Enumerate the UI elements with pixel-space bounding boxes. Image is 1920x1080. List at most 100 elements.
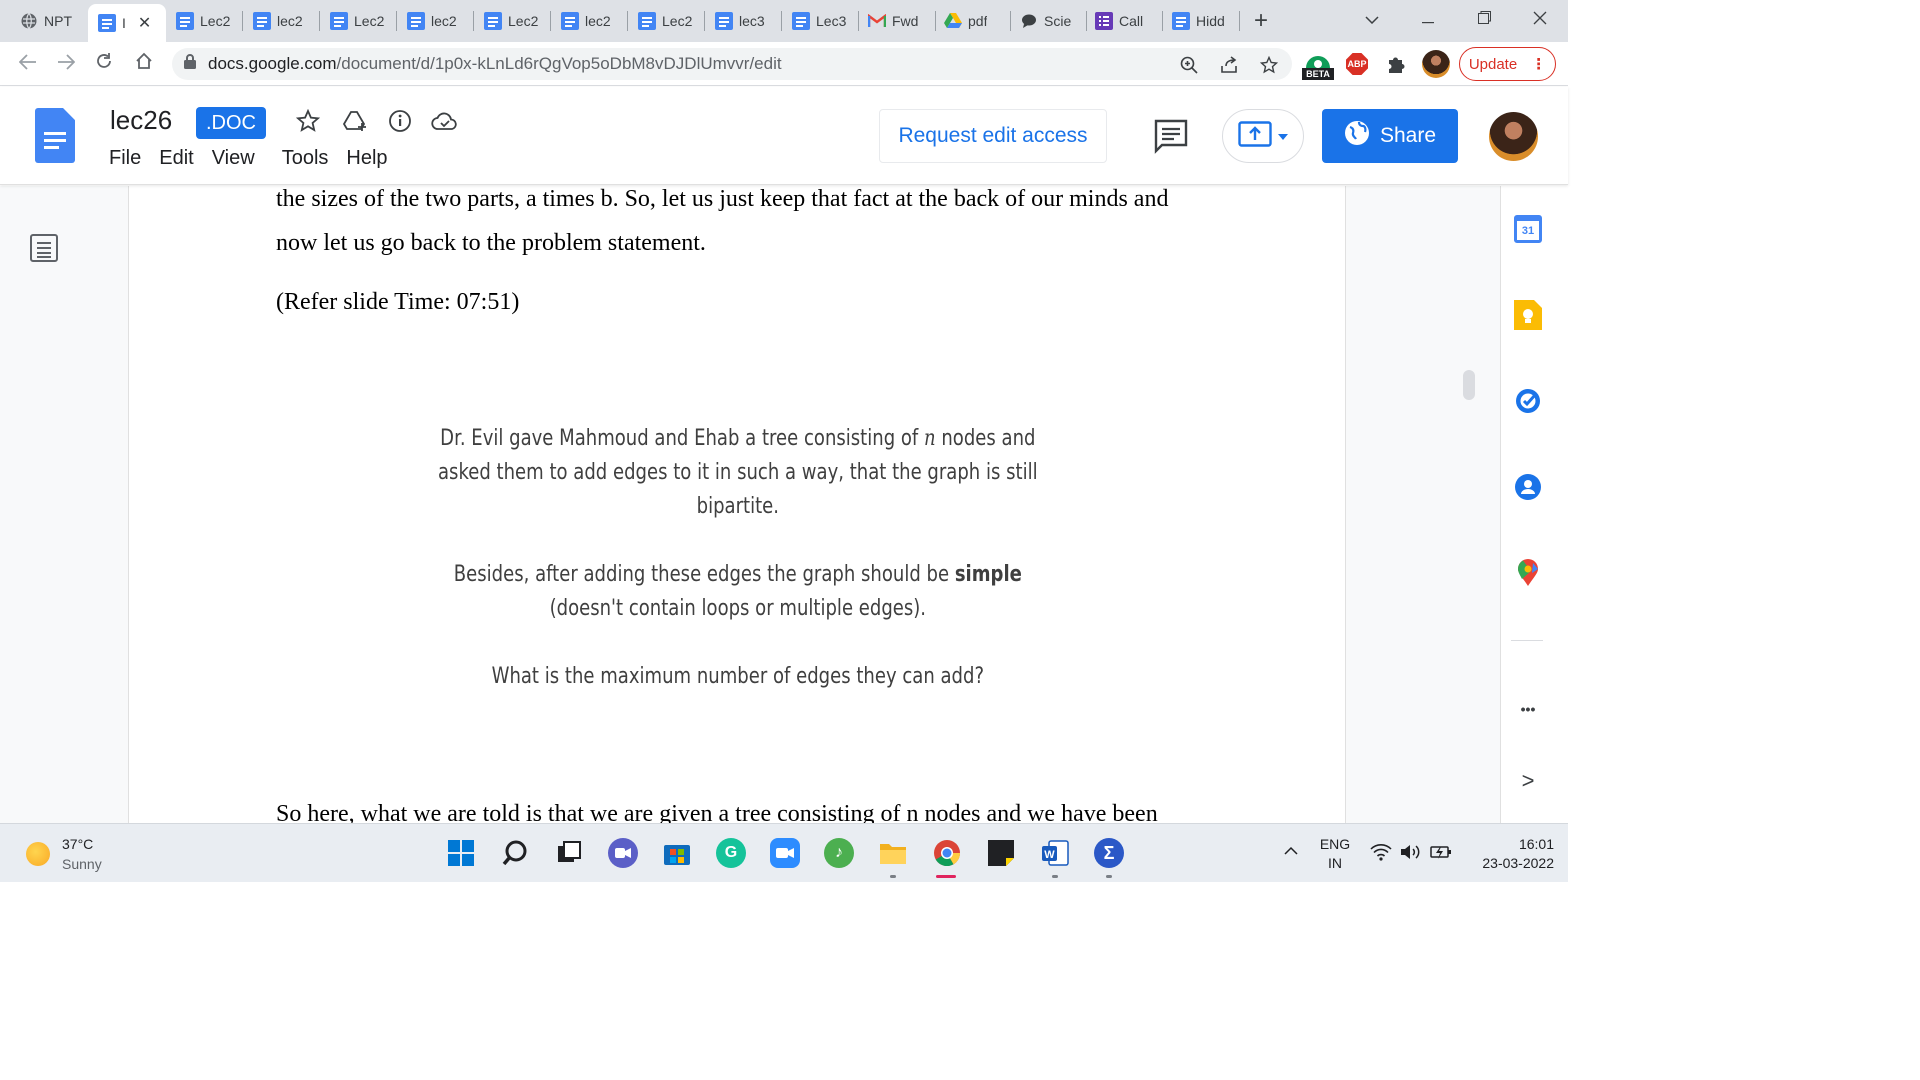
tab-drive-pdf[interactable]: pdf	[944, 6, 1006, 36]
tab-lec2[interactable]: Lec2	[176, 6, 236, 36]
body-paragraph-line: the sizes of the two parts, a times b. S…	[276, 186, 1169, 212]
arrow-left-icon	[18, 53, 37, 76]
weather-temperature[interactable]: 37°C	[62, 836, 93, 852]
zoom-meetings-icon[interactable]	[770, 838, 800, 868]
tab-search-button[interactable]	[1352, 6, 1392, 34]
minimize-button[interactable]	[1408, 6, 1448, 34]
weather-sun-icon[interactable]	[26, 842, 50, 866]
tab-lec2[interactable]: lec2	[253, 6, 313, 36]
tab-lec2[interactable]: Lec2	[484, 6, 544, 36]
menu-edit[interactable]: Edit	[150, 147, 202, 170]
slide-reference: (Refer slide Time: 07:51)	[276, 289, 520, 315]
tab-scie[interactable]: Scie	[1020, 6, 1082, 36]
battery-charging-icon[interactable]	[1430, 843, 1452, 866]
clock-time[interactable]: 16:01	[1468, 836, 1554, 852]
menu-view[interactable]: View	[203, 147, 264, 170]
weather-description[interactable]: Sunny	[62, 856, 102, 872]
address-bar[interactable]: docs.google.com/document/d/1p0x-kLnLd6rQ…	[172, 48, 1292, 80]
add-shortcut-drive-icon[interactable]	[341, 107, 369, 135]
windows-start-icon[interactable]	[446, 838, 476, 868]
reload-button[interactable]	[90, 50, 118, 78]
tab-separator	[704, 11, 705, 31]
document-page[interactable]: the sizes of the two parts, a times b. S…	[128, 186, 1346, 823]
file-explorer-icon[interactable]	[878, 838, 908, 868]
tab-hidd[interactable]: Hidd	[1172, 6, 1234, 36]
task-view-icon[interactable]	[554, 838, 584, 868]
tab-lec3[interactable]: Lec3	[792, 6, 852, 36]
home-button[interactable]	[130, 50, 158, 78]
active-app-indicator	[936, 875, 956, 878]
tab-lec2[interactable]: Lec2	[638, 6, 698, 36]
star-icon[interactable]	[294, 107, 322, 135]
volume-icon[interactable]	[1400, 843, 1422, 866]
extensions-puzzle-icon[interactable]	[1386, 54, 1406, 79]
close-tab-icon[interactable]: ✕	[138, 13, 151, 33]
beta-extension-icon[interactable]: BETA	[1302, 50, 1334, 80]
share-page-icon[interactable]	[1218, 54, 1240, 76]
tab-lec2[interactable]: lec2	[407, 6, 467, 36]
google-docs-icon	[330, 12, 348, 30]
wifi-icon[interactable]	[1370, 843, 1392, 866]
grammarly-icon[interactable]: G	[716, 838, 746, 868]
vertical-scrollbar-thumb[interactable]	[1463, 370, 1475, 400]
google-keep-icon[interactable]	[1513, 300, 1543, 330]
google-tasks-icon[interactable]	[1513, 386, 1543, 416]
back-button[interactable]	[14, 50, 42, 78]
slide-line: (doesn't contain loops or multiple edges…	[549, 596, 927, 621]
more-apps-icon[interactable]: •••	[1513, 694, 1543, 724]
close-window-button[interactable]	[1520, 6, 1560, 34]
google-docs-logo-icon[interactable]	[35, 108, 75, 163]
tab-active-doc[interactable]: I ✕	[88, 4, 166, 42]
slide-text-span: nodes and	[935, 426, 1036, 451]
menu-tools[interactable]: Tools	[264, 147, 338, 170]
tray-overflow-chevron-icon[interactable]	[1284, 842, 1298, 858]
tab-forms-call[interactable]: Call	[1095, 6, 1157, 36]
restore-button[interactable]	[1464, 6, 1504, 34]
evernote-feather-icon[interactable]: ♪	[824, 838, 854, 868]
google-maps-icon[interactable]	[1513, 558, 1543, 588]
chrome-icon[interactable]	[932, 838, 962, 868]
slide-line: What is the maximum number of edges they…	[491, 664, 985, 689]
present-button[interactable]	[1222, 109, 1304, 163]
tab-label: Lec2	[354, 13, 385, 29]
clock-date[interactable]: 23-03-2022	[1458, 855, 1554, 871]
account-avatar[interactable]	[1489, 112, 1538, 161]
menu-file[interactable]: File	[100, 147, 150, 170]
tab-npt[interactable]: NPT	[20, 6, 80, 36]
docs-header: lec26 .DOC File Edit View Tools Help Req…	[0, 87, 1568, 185]
tab-separator	[935, 11, 936, 31]
adblock-icon[interactable]: ABP	[1346, 53, 1368, 75]
zoom-icon[interactable]	[1178, 54, 1200, 76]
expand-panel-chevron-icon[interactable]: >	[1513, 766, 1543, 796]
new-tab-button[interactable]: +	[1254, 6, 1278, 36]
request-edit-access-button[interactable]: Request edit access	[879, 109, 1107, 163]
tab-gmail-fwd[interactable]: Fwd	[868, 6, 930, 36]
info-icon[interactable]	[386, 107, 414, 135]
menu-help[interactable]: Help	[337, 147, 396, 170]
search-icon[interactable]	[500, 838, 530, 868]
microsoft-word-icon[interactable]: W	[1040, 838, 1070, 868]
file-type-badge: .DOC	[196, 107, 266, 139]
google-calendar-icon[interactable]: 31	[1513, 214, 1543, 244]
forward-button[interactable]	[52, 50, 80, 78]
cloud-saved-icon[interactable]	[431, 107, 459, 135]
tab-label: Call	[1119, 13, 1144, 29]
tab-lec2[interactable]: Lec2	[330, 6, 390, 36]
bookmark-star-icon[interactable]	[1258, 54, 1280, 76]
math-sigma-icon[interactable]: Σ	[1094, 838, 1124, 868]
google-contacts-icon[interactable]	[1513, 472, 1543, 502]
comments-icon[interactable]	[1152, 117, 1190, 155]
profile-avatar[interactable]	[1422, 50, 1450, 78]
document-outline-icon[interactable]	[30, 234, 58, 262]
tab-label: Hidd	[1196, 13, 1225, 29]
language-indicator[interactable]: ENG	[1316, 836, 1354, 852]
tab-lec2[interactable]: lec2	[561, 6, 621, 36]
share-button[interactable]: Share	[1322, 109, 1458, 163]
microsoft-store-icon[interactable]	[662, 838, 692, 868]
teams-chat-icon[interactable]	[608, 838, 638, 868]
document-title[interactable]: lec26	[110, 105, 172, 136]
sticky-notes-icon[interactable]	[986, 838, 1016, 868]
update-button[interactable]: Update ⋮	[1459, 47, 1556, 81]
tab-lec3[interactable]: lec3	[715, 6, 775, 36]
input-method-indicator[interactable]: IN	[1316, 855, 1354, 871]
